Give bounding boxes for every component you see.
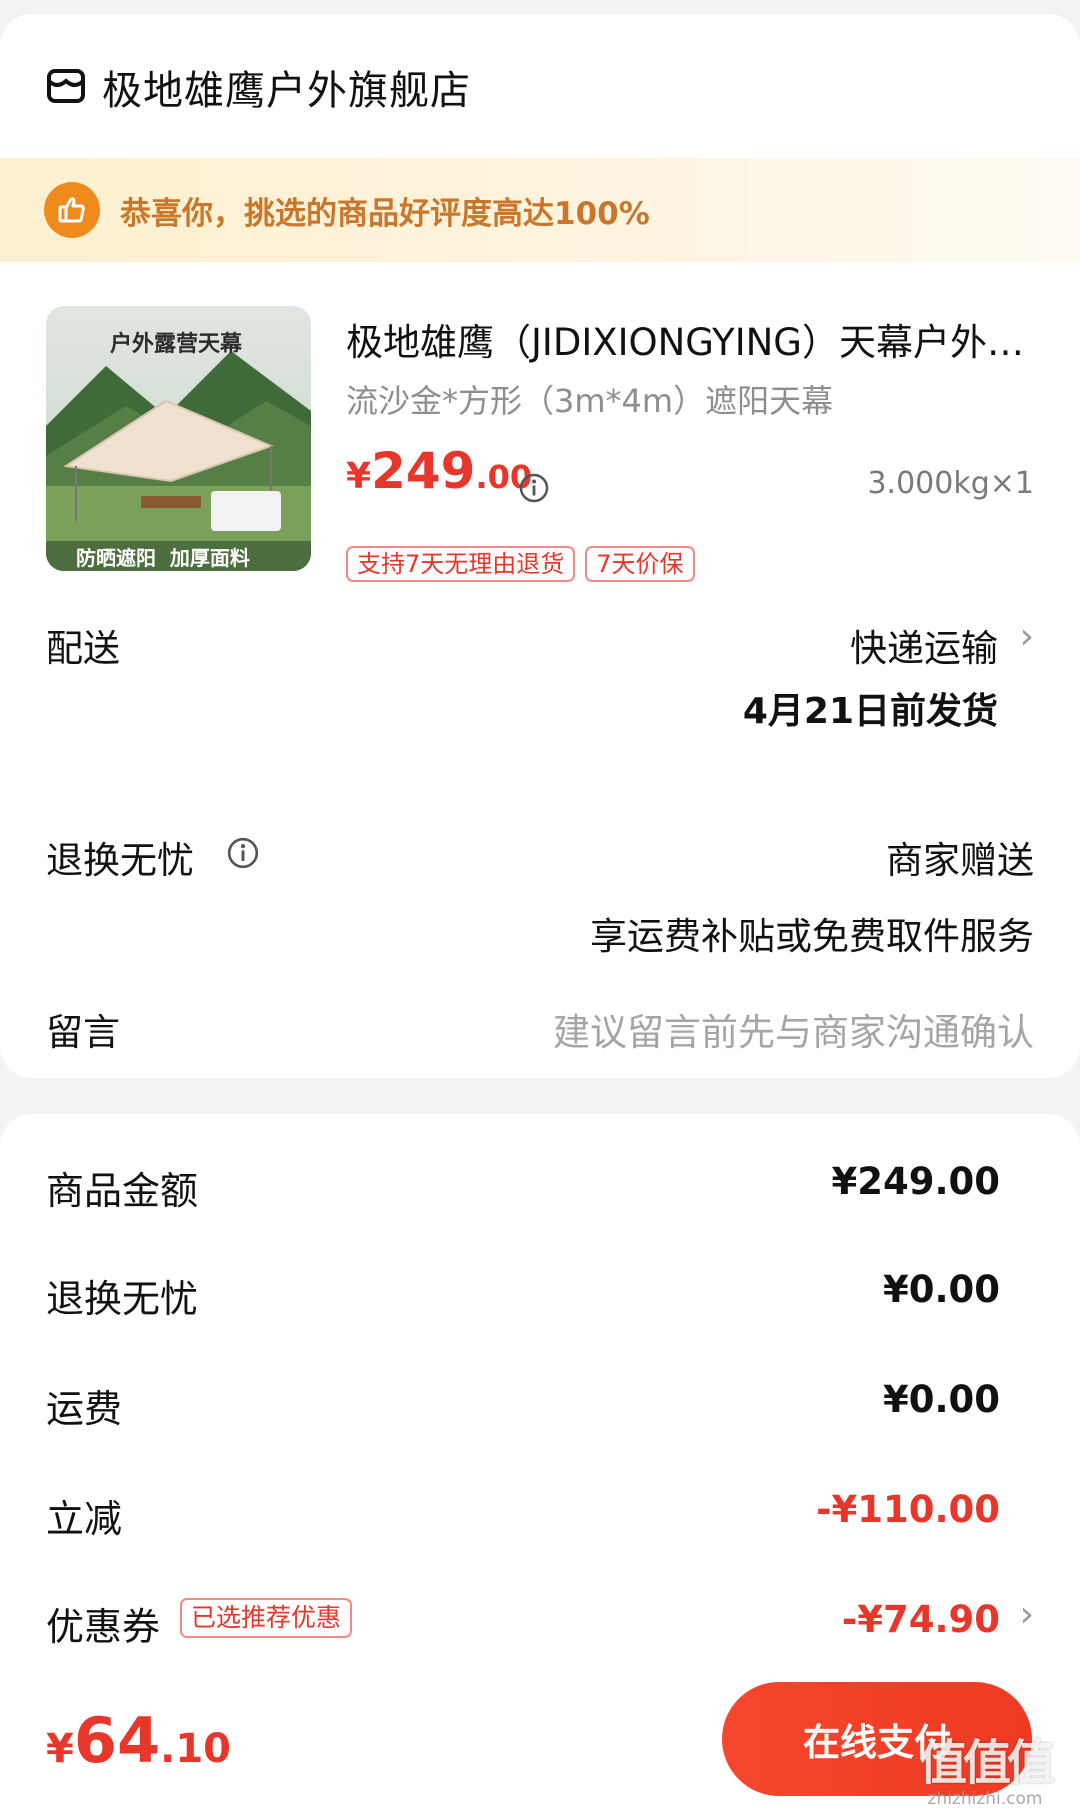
price-symbol: ¥: [346, 456, 372, 497]
returns-label: 退换无忧: [46, 839, 194, 882]
total-integer: 64: [73, 1704, 161, 1777]
summary-goods-value: ¥249.00: [831, 1160, 1000, 1203]
praise-banner: 恭喜你，挑选的商品好评度高达100%: [0, 158, 1080, 262]
summary-shipping-value: ¥0.00: [882, 1378, 1000, 1421]
total-symbol: ¥: [46, 1726, 74, 1772]
summary-returns-value: ¥0.00: [882, 1268, 1000, 1311]
product-price: ¥ 249 .00: [346, 442, 532, 500]
order-card: 极地雄鹰户外旗舰店 恭喜你，挑选的商品好评度高达100% 户外露营天幕 防晒遮阳…: [0, 14, 1080, 1078]
price-integer: 249: [371, 442, 476, 500]
store-header[interactable]: 极地雄鹰户外旗舰店: [46, 58, 471, 116]
summary-goods-label: 商品金额: [46, 1169, 199, 1213]
returns-info-icon[interactable]: [226, 836, 260, 874]
watermark: 值值值 zhizhizhi.com: [900, 1726, 1070, 1809]
weight-quantity: 3.000kg×1: [867, 466, 1034, 501]
tag-7day-return: 支持7天无理由退货: [346, 546, 576, 582]
delivery-label: 配送: [46, 627, 120, 670]
returns-value: 商家赠送: [886, 839, 1034, 882]
summary-coupon-label: 优惠券: [46, 1605, 161, 1649]
service-tags: 支持7天无理由退货 7天价保: [346, 546, 695, 582]
summary-discount-label: 立减: [46, 1497, 123, 1541]
delivery-ship-date: 4月21日前发货: [742, 691, 998, 732]
product-sku[interactable]: 流沙金*方形（3m*4m）遮阳天幕: [346, 376, 833, 422]
watermark-site: zhizhizhi.com: [927, 1789, 1043, 1809]
message-input[interactable]: 建议留言前先与商家沟通确认: [553, 1002, 1034, 1056]
thumb-caption-bottom: 防晒遮阳 加厚面料: [76, 546, 250, 570]
product-title[interactable]: 极地雄鹰（JIDIXIONGYING）天幕户外露营: [346, 312, 1036, 366]
delivery-method[interactable]: 快递运输: [850, 618, 998, 672]
coupon-chevron-right-icon[interactable]: ›: [1020, 1594, 1034, 1635]
thumb-caption-top: 户外露营天幕: [110, 331, 243, 357]
store-name: 极地雄鹰户外旗舰店: [102, 68, 471, 114]
summary-returns-label: 退换无忧: [46, 1277, 199, 1321]
summary-shipping-label: 运费: [46, 1387, 123, 1431]
thumbs-up-icon: [44, 182, 100, 238]
coupon-recommended-tag[interactable]: 已选推荐优惠: [180, 1598, 353, 1638]
store-icon: [46, 65, 86, 109]
summary-coupon-value[interactable]: -¥74.90: [842, 1598, 1000, 1641]
banner-text: 恭喜你，挑选的商品好评度高达100%: [120, 195, 650, 232]
tag-price-protect: 7天价保: [585, 546, 695, 582]
price-info-icon[interactable]: [518, 472, 550, 508]
watermark-logo: 值值值: [918, 1735, 1055, 1791]
returns-desc: 享运费补贴或免费取件服务: [590, 915, 1034, 958]
total-price: ¥ 64 .10: [46, 1704, 231, 1777]
message-label: 留言: [46, 1011, 120, 1054]
summary-discount-value: -¥110.00: [816, 1488, 1000, 1531]
total-decimal: .10: [160, 1726, 231, 1772]
chevron-right-icon[interactable]: ›: [1020, 616, 1034, 657]
